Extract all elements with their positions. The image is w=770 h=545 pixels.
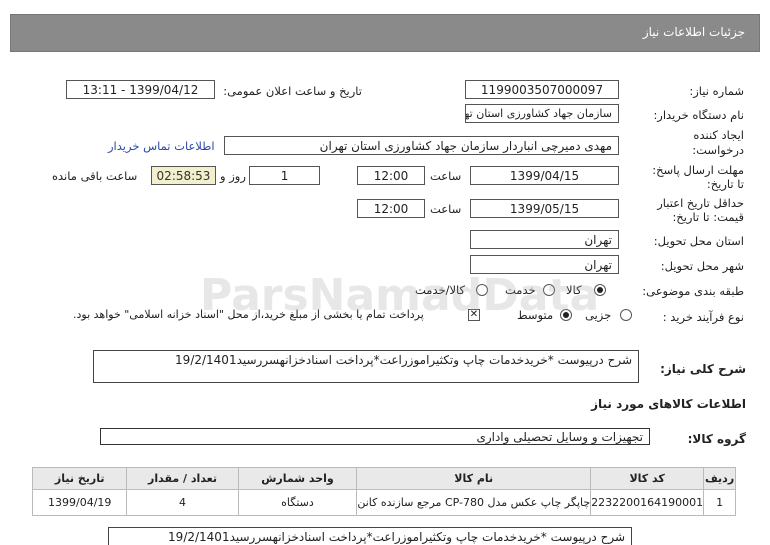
province-label: استان محل تحویل:: [653, 234, 744, 248]
table-header-row: ردیف کد کالا نام کالا واحد شمارش تعداد /…: [31, 467, 736, 490]
announce-date-field: 1399/04/12 - 13:11: [66, 80, 215, 99]
category-label: طبقه بندی موضوعی:: [642, 284, 744, 298]
remaining-time-field: 02:58:53: [151, 166, 216, 185]
validity-label-line1: حداقل تاریخ اعتبار: [657, 196, 744, 210]
remaining-label: ساعت باقی مانده: [52, 169, 138, 183]
col-need-date: تاریخ نیاز: [31, 467, 128, 490]
summary-field: شرح درپیوست *خریدخدمات چاپ وتکثیراموزراع…: [93, 350, 639, 383]
goods-table: ردیف کد کالا نام کالا واحد شمارش تعداد /…: [31, 467, 736, 516]
cell-unit: دستگاه: [237, 489, 358, 516]
watermark-text: ParsNamadData: [200, 270, 600, 321]
page-title: جزئیات اطلاعات نیاز: [642, 25, 745, 39]
need-number-label: شماره نیاز:: [689, 84, 744, 98]
cell-row-number: 1: [703, 489, 736, 516]
buyer-field: سازمان جهاد کشاورزی استان تهران: [465, 104, 619, 123]
col-goods-code: کد کالا: [590, 467, 705, 490]
col-goods-name: نام کالا: [356, 467, 592, 490]
purchase-type-label: نوع فرآیند خرید :: [662, 310, 744, 324]
need-number-field: 1199003507000097: [465, 80, 619, 99]
cell-need-date: 1399/04/19: [31, 489, 128, 516]
deadline-time-label: ساعت: [430, 169, 462, 183]
validity-label-line2: قیمت: تا تاریخ:: [672, 210, 744, 224]
creator-field: مهدی دمیرچی انباردار سازمان جهاد کشاورزی…: [224, 136, 619, 155]
bottom-description-field: شرح درپیوست *خریدخدمات چاپ وتکثیراموزراع…: [108, 527, 632, 545]
table-row: 1 2232200164190001 چاپگر چاپ عکس مدل CP-…: [31, 489, 736, 516]
goods-section-title: اطلاعات کالاهای مورد نیاز: [591, 397, 746, 411]
creator-label-line1: ایجاد کننده: [693, 128, 744, 142]
deadline-time-field: 12:00: [357, 166, 425, 185]
col-unit: واحد شمارش: [237, 467, 358, 490]
goods-group-field: تجهیزات و وسایل تحصیلی واداری: [100, 428, 650, 445]
validity-time-label: ساعت: [430, 202, 462, 216]
cell-goods-code: 2232200164190001: [590, 489, 705, 516]
province-field: تهران: [470, 230, 619, 249]
col-quantity: تعداد / مقدار: [126, 467, 239, 490]
city-label: شهر محل تحویل:: [660, 259, 744, 273]
remaining-days-field: 1: [249, 166, 320, 185]
cell-goods-name: چاپگر چاپ عکس مدل CP-780 مرجع سازنده کان…: [356, 489, 592, 516]
col-row-number: ردیف: [703, 467, 736, 490]
validity-date-field: 1399/05/15: [470, 199, 619, 218]
deadline-label-line1: مهلت ارسال پاسخ:: [652, 163, 744, 177]
days-label: روز و: [220, 169, 246, 183]
purchase-radio-minor[interactable]: [620, 309, 632, 321]
deadline-label-line2: تا تاریخ:: [706, 177, 744, 191]
creator-label-line2: درخواست:: [692, 143, 744, 157]
buyer-label: نام دستگاه خریدار:: [653, 108, 744, 122]
cell-quantity: 4: [126, 489, 239, 516]
header-bar: جزئیات اطلاعات نیاز: [10, 14, 760, 52]
validity-time-field: 12:00: [357, 199, 425, 218]
buyer-contact-link[interactable]: اطلاعات تماس خریدار: [108, 139, 215, 153]
deadline-date-field: 1399/04/15: [470, 166, 619, 185]
goods-group-label: گروه کالا:: [687, 432, 746, 446]
summary-label: شرح کلی نیاز:: [660, 362, 746, 376]
announce-date-label: تاریخ و ساعت اعلان عمومی:: [223, 84, 362, 98]
